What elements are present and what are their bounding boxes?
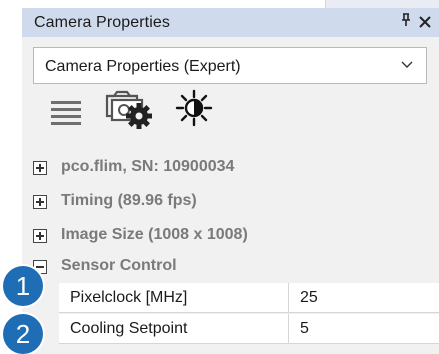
brightness-contrast-icon[interactable] (175, 89, 213, 127)
property-value: 25 (300, 289, 318, 306)
callout-marker-2: 2 (3, 314, 43, 354)
panel-title-bar[interactable]: Camera Properties (22, 8, 439, 37)
expand-icon[interactable] (33, 195, 47, 209)
tree-group-camera[interactable]: pco.flim, SN: 10900034 (22, 154, 439, 182)
mode-select-value: Camera Properties (Expert) (45, 58, 241, 75)
property-name: Pixelclock [MHz] (70, 289, 188, 306)
tree-group-label: pco.flim, SN: 10900034 (61, 158, 235, 175)
property-value: 5 (300, 320, 309, 337)
property-row-cooling-setpoint[interactable]: Cooling Setpoint 5 (22, 314, 439, 344)
tree-group-sensor-control[interactable]: Sensor Control (22, 253, 439, 281)
expand-icon[interactable] (33, 229, 47, 243)
property-value-field[interactable]: 25 (289, 283, 439, 313)
tree-group-label: Image Size (1008 x 1008) (61, 226, 248, 243)
menu-icon[interactable] (51, 99, 81, 127)
property-value-field[interactable]: 5 (289, 314, 439, 344)
tree-group-image-size[interactable]: Image Size (1008 x 1008) (22, 222, 439, 250)
properties-panel: Camera Properties (Expert) pco.flim, SN:… (22, 37, 439, 354)
chevron-down-icon (401, 61, 413, 68)
expand-icon[interactable] (33, 161, 47, 175)
property-row-pixelclock[interactable]: Pixelclock [MHz] 25 (22, 283, 439, 313)
mode-select[interactable]: Camera Properties (Expert) (33, 47, 427, 84)
camera-settings-icon[interactable] (105, 88, 155, 130)
tree-group-label: Timing (89.96 fps) (61, 192, 197, 209)
callout-marker-1: 1 (3, 266, 43, 306)
tree-group-label: Sensor Control (61, 257, 177, 274)
pin-icon[interactable] (400, 13, 412, 30)
tree-group-timing[interactable]: Timing (89.96 fps) (22, 188, 439, 216)
property-name-cell: Cooling Setpoint (59, 314, 288, 344)
property-name: Cooling Setpoint (70, 320, 188, 337)
adjacent-tab-strip (325, 0, 439, 8)
close-icon[interactable] (418, 10, 432, 34)
panel-title: Camera Properties (34, 14, 170, 31)
property-name-cell: Pixelclock [MHz] (59, 283, 288, 313)
